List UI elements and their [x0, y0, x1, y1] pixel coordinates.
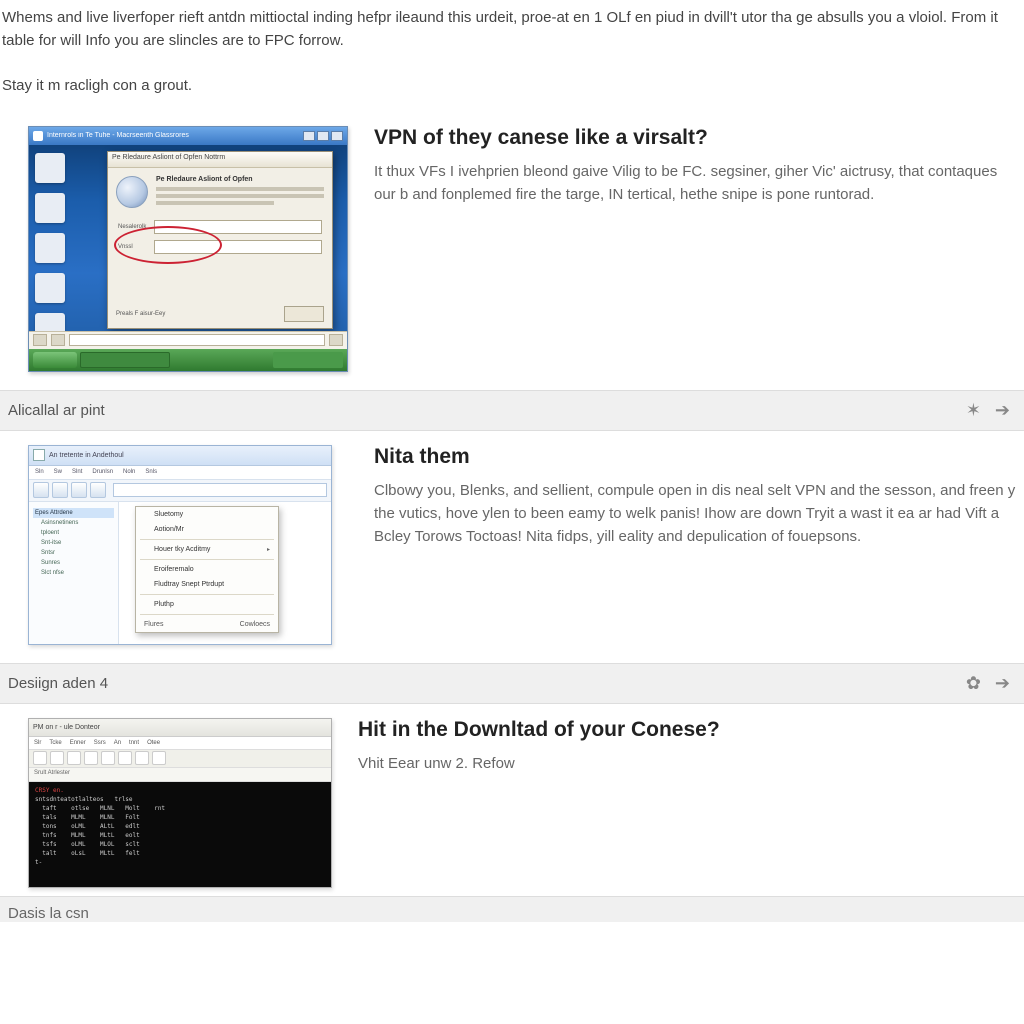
- term-subheader: Srult Atrlester: [29, 768, 331, 782]
- menu-item: Enner: [70, 740, 86, 746]
- menu-item: Otee: [147, 740, 160, 746]
- start-button: [33, 352, 77, 368]
- gear-icon[interactable]: ✿: [966, 673, 981, 694]
- shield-icon: [116, 176, 148, 208]
- dialog-footnote: Preals F aisur-Eey: [116, 311, 165, 317]
- folder-tree: Epes Attrdene Asinsnetinens tploent Snt-…: [29, 502, 119, 644]
- section-bar-3: Dasis la csn: [0, 896, 1024, 922]
- term-line: talt oLsL MLtL felt: [35, 849, 325, 858]
- article-1-text: It thux VFs I ivehprien bleond gaive Vil…: [374, 160, 1018, 207]
- menu-item: Sw: [54, 469, 62, 475]
- article-1-title[interactable]: VPN of they canese like a virsalt?: [374, 126, 1018, 150]
- term-line: tons oLML ALtL edlt: [35, 822, 325, 831]
- article-2-text: Clbowy you, Blenks, and sellient, compul…: [374, 479, 1018, 549]
- ctx-item: Eroiferemalo: [136, 562, 278, 577]
- section-3-label: Dasis la csn: [8, 905, 89, 922]
- article-1-thumbnail[interactable]: Internrols in Te Tuhe - Macrseenth Glass…: [28, 126, 348, 372]
- ctx-item: Aotion/Mr: [136, 522, 278, 537]
- menu-item: Snls: [145, 469, 157, 475]
- menu-item: tnnt: [129, 740, 139, 746]
- ctx-item: Sluetomy: [136, 507, 278, 522]
- term-line: taft otlse MLNL Molt rnt: [35, 804, 325, 813]
- window-icon: [33, 131, 43, 141]
- ctx-foot-left: Flures: [144, 621, 163, 628]
- menu-item: Slnt: [72, 469, 82, 475]
- terminal-output: CRSY en. sntsdnteatotlalteos trlse taft …: [29, 782, 331, 887]
- red-highlight-circle: [114, 226, 222, 264]
- screenshot-windows-dialog: Internrols in Te Tuhe - Macrseenth Glass…: [28, 126, 348, 372]
- dialog-ok-button: [284, 306, 324, 322]
- exp-menubar: Sln Sw Slnt Drunlsn Noln Snls: [29, 466, 331, 480]
- menu-item: Drunlsn: [92, 469, 113, 475]
- article-3: PM on r - ule Donteor Slr Tcke Enner Ssr…: [0, 704, 1024, 896]
- term-line: tals MLML MLNL Folt: [35, 813, 325, 822]
- screenshot-explorer-contextmenu: An tretente in Andethoul Sln Sw Slnt Dru…: [28, 445, 332, 645]
- article-3-text: Vhit Eear unw 2. Refow: [358, 752, 1018, 775]
- ctx-item: Fludtray Snept Ptrdupt: [136, 577, 278, 592]
- term-menubar: Slr Tcke Enner Ssrs An tnnt Otee: [29, 737, 331, 750]
- term-line-red: CRSY en.: [35, 786, 325, 795]
- section-2-label: Desiign aden 4: [8, 675, 108, 692]
- desktop-icons-column: [35, 153, 65, 343]
- ctx-item: Houer tky Acditmy: [136, 542, 278, 557]
- tree-item: Sntsr: [33, 548, 114, 558]
- win-taskbar: [29, 349, 347, 371]
- screenshot-terminal: PM on r - ule Donteor Slr Tcke Enner Ssr…: [28, 718, 332, 888]
- exp-titlebar: An tretente in Andethoul: [29, 446, 331, 466]
- intro-tagline: Stay it m racligh con a grout.: [0, 67, 1024, 112]
- tree-item: Epes Attrdene: [33, 508, 114, 518]
- menu-item: Noln: [123, 469, 135, 475]
- context-menu: Sluetomy Aotion/Mr Houer tky Acditmy Ero…: [135, 506, 279, 633]
- article-3-title[interactable]: Hit in the Downltad of your Conese?: [358, 718, 1018, 742]
- term-titlebar: PM on r - ule Donteor: [29, 719, 331, 737]
- menu-item: Sln: [35, 469, 44, 475]
- term-line: tsfs oLML MLOL sclt: [35, 840, 325, 849]
- tree-item: Slct nfse: [33, 568, 114, 578]
- address-bar: [113, 483, 327, 497]
- article-3-thumbnail[interactable]: PM on r - ule Donteor Slr Tcke Enner Ssr…: [28, 718, 332, 888]
- dialog-heading: Pe Rledaure Asliont of Opfen: [156, 176, 324, 183]
- article-2: An tretente in Andethoul Sln Sw Slnt Dru…: [0, 431, 1024, 663]
- window-buttons: [303, 131, 343, 141]
- tree-item: tploent: [33, 528, 114, 538]
- dialog-title: Pe Rledaure Asliont of Opfen Nottrm: [108, 152, 332, 168]
- dialog-box: Pe Rledaure Asliont of Opfen Nottrm Pe R…: [107, 151, 333, 329]
- menu-item: Tcke: [49, 740, 61, 746]
- menu-item: An: [114, 740, 121, 746]
- term-title-text: PM on r - ule Donteor: [33, 724, 100, 731]
- browser-toolbar: [29, 331, 347, 349]
- arrow-right-icon[interactable]: ➔: [995, 673, 1010, 694]
- article-2-title[interactable]: Nita them: [374, 445, 1018, 469]
- tree-item: Asinsnetinens: [33, 518, 114, 528]
- menu-item: Ssrs: [94, 740, 106, 746]
- tree-item: Snt-itse: [33, 538, 114, 548]
- win-title-text: Internrols in Te Tuhe - Macrseenth Glass…: [47, 132, 303, 139]
- section-bar-1: Alicallal ar pint ✶ ➔: [0, 390, 1024, 431]
- ctx-foot-right: Cowloecs: [240, 621, 270, 628]
- article-1: Internrols in Te Tuhe - Macrseenth Glass…: [0, 112, 1024, 390]
- exp-toolbar: [29, 480, 331, 502]
- folder-icon: [33, 449, 45, 461]
- star-icon[interactable]: ✶: [966, 400, 981, 421]
- term-line: tnfs MLML MLtL eolt: [35, 831, 325, 840]
- section-bar-2: Desiign aden 4 ✿ ➔: [0, 663, 1024, 704]
- article-2-thumbnail[interactable]: An tretente in Andethoul Sln Sw Slnt Dru…: [28, 445, 348, 645]
- term-toolbar: [29, 750, 331, 768]
- intro-block: Whems and live liverfoper rieft antdn mi…: [0, 0, 1024, 67]
- win-titlebar: Internrols in Te Tuhe - Macrseenth Glass…: [29, 127, 347, 145]
- ctx-item: Pluthp: [136, 597, 278, 612]
- term-line: t-: [35, 858, 325, 867]
- tree-item: Sunres: [33, 558, 114, 568]
- arrow-right-icon[interactable]: ➔: [995, 400, 1010, 421]
- term-line: sntsdnteatotlalteos trlse: [35, 795, 325, 804]
- intro-paragraph-1: Whems and live liverfoper rieft antdn mi…: [2, 6, 1020, 53]
- menu-item: Slr: [34, 740, 41, 746]
- section-1-label: Alicallal ar pint: [8, 402, 105, 419]
- exp-title-text: An tretente in Andethoul: [49, 452, 124, 459]
